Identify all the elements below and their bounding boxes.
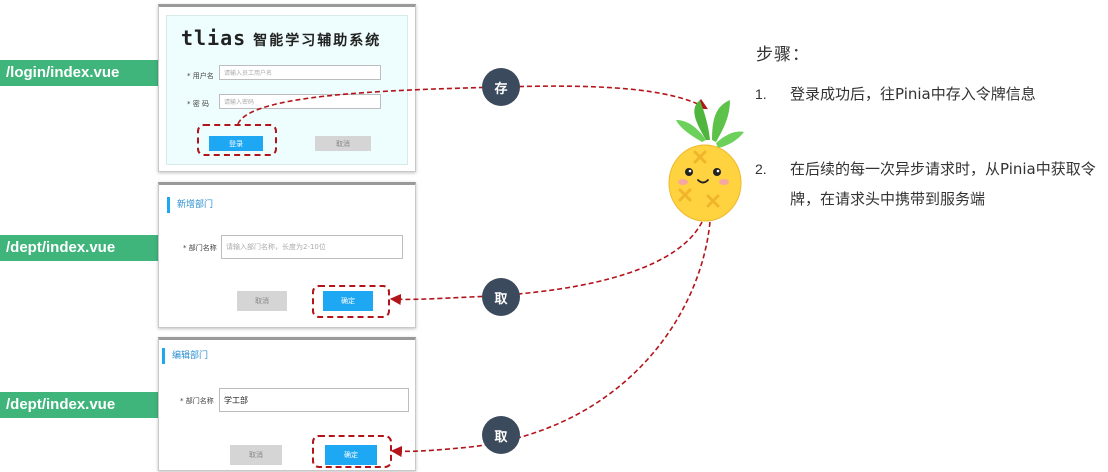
fetch-badge-add: 取 xyxy=(482,278,520,316)
fetch-arrow-edit xyxy=(390,221,711,458)
step-1-text: 登录成功后，往Pinia中存入令牌信息 xyxy=(790,85,1036,103)
pineapple-icon xyxy=(668,100,744,222)
steps-title: 步骤： xyxy=(756,45,810,65)
fetch-badge-edit: 取 xyxy=(482,416,520,454)
store-arrow xyxy=(237,85,708,125)
step-1-number: 1. xyxy=(755,86,767,102)
step-2-text: 在后续的每一次异步请求时，从Pinia中获取令牌，在请求头中携带到服务端 xyxy=(790,160,1096,208)
step-2-number: 2. xyxy=(755,161,767,177)
store-badge: 存 xyxy=(482,68,520,106)
flow-arrows xyxy=(237,85,744,458)
fetch-arrow-add xyxy=(389,221,703,306)
